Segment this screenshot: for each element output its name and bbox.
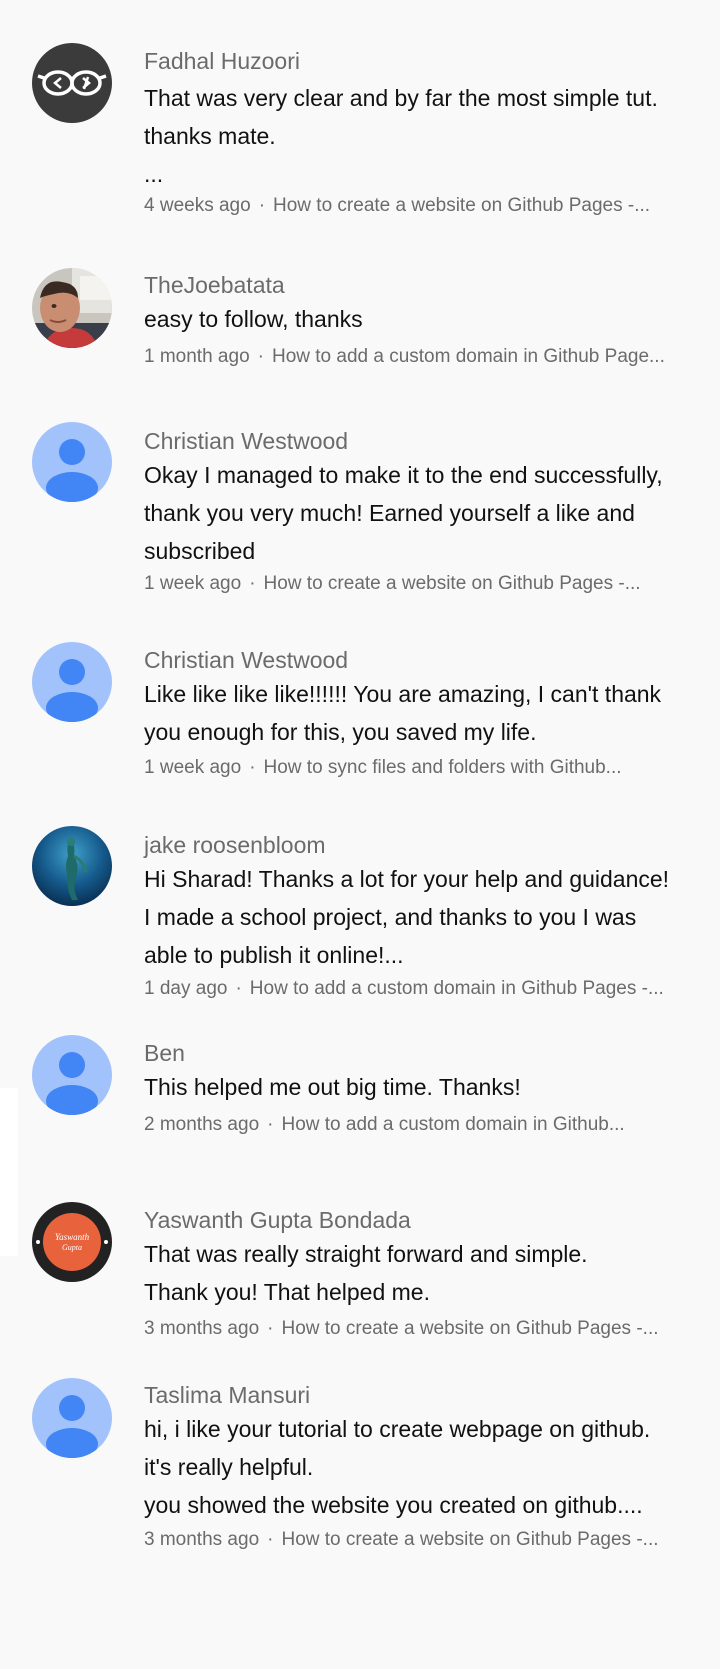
comment-text-line: thank you very much! Earned yourself a l… [144,500,635,526]
comment-text-line: thanks mate. [144,123,276,149]
comment-meta: 3 months ago · How to create a website on … [144,1319,704,1338]
comment-time: 1 week ago [144,758,242,777]
default-user-icon [32,642,112,722]
comment-text-line: you enough for this, you saved my life. [144,719,537,745]
separator-dot: · [267,1319,274,1338]
comment-text-line: subscribed [144,538,256,564]
comment-time: 3 months ago [144,1530,260,1549]
comment-meta: 4 weeks ago · How to create a website on G… [144,196,704,215]
video-link[interactable]: How to add a custom domain in Github... [281,1115,624,1134]
comment-time: 3 months ago [144,1319,260,1338]
comment-author[interactable]: Taslima Mansuri [144,1384,310,1407]
comment-text-line: Like like like like!!!!!! You are amazin… [144,681,662,707]
avatar[interactable] [32,268,112,348]
comment-text-line: This helped me out big time. Thanks! [144,1074,521,1100]
comment-author[interactable]: TheJoebatata [144,274,285,297]
comment-text-line: That was really straight forward and sim… [144,1241,588,1267]
video-link[interactable]: How to create a website on Github Pages … [281,1530,658,1549]
comment-time: 4 weeks ago [144,196,251,215]
default-user-icon [32,422,112,502]
comment-text-line: ... [144,161,164,187]
comment-text: easy to follow, thanks [144,300,704,338]
separator-dot: · [257,347,264,366]
comment-meta: 3 months ago · How to create a website on … [144,1530,704,1549]
comment-text: Hi Sharad! Thanks a lot for your help an… [144,860,704,974]
comment-text-line: it's really helpful. [144,1454,314,1480]
avatar[interactable] [32,1378,112,1458]
default-user-icon [32,1378,112,1458]
comment-meta: 1 month ago · How to add a custom domain i… [144,347,704,366]
comment-text-line: easy to follow, thanks [144,306,363,332]
separator-dot: · [249,574,256,593]
avatar[interactable] [32,43,112,123]
comment-text-line: hi, i like your tutorial to create webpa… [144,1416,651,1442]
avatar[interactable]: Yaswanth Gupta [32,1202,112,1282]
video-link[interactable]: How to add a custom domain in Github Pag… [272,347,665,366]
video-link[interactable]: How to create a website on Github Pages … [281,1319,658,1338]
avatar[interactable] [32,826,112,906]
comment-text: This helped me out big time. Thanks! [144,1068,704,1106]
comment-author[interactable]: Yaswanth Gupta Bondada [144,1209,411,1232]
comment-text-line: I made a school project, and thanks to y… [144,904,637,930]
separator-dot: · [267,1115,274,1134]
video-link[interactable]: How to sync files and folders with Githu… [264,758,622,777]
separator-dot: · [249,758,256,777]
avatar[interactable] [32,1035,112,1115]
comment-text-line: Okay I managed to make it to the end suc… [144,462,663,488]
comment-author[interactable]: Christian Westwood [144,649,348,672]
comment-meta: 1 week ago · How to create a website on Gi… [144,574,704,593]
comment-meta: 2 months ago · How to add a custom domain … [144,1115,704,1134]
underwater-photo-icon [32,826,112,906]
edge-strip [0,1088,18,1256]
separator-dot: · [267,1530,274,1549]
logo-text: Yaswanth [55,1232,90,1242]
comment-text: hi, i like your tutorial to create webpa… [144,1410,704,1524]
comment-text: Like like like like!!!!!! You are amazin… [144,675,704,751]
comment-time: 1 day ago [144,979,228,998]
avatar[interactable] [32,422,112,502]
glasses-avatar-icon [32,43,112,123]
separator-dot: · [235,979,242,998]
comment-meta: 1 day ago · How to add a custom domain in … [144,979,704,998]
comment-author[interactable]: Fadhal Huzoori [144,50,300,73]
comment-meta: 1 week ago · How to sync files and folders… [144,758,704,777]
comment-text-line: Hi Sharad! Thanks a lot for your help an… [144,866,670,892]
comment-text-line: able to publish it online!... [144,942,404,968]
user-photo-icon [32,268,112,348]
comment-text: That was really straight forward and sim… [144,1235,704,1311]
comment-text: That was very clear and by far the most … [144,79,704,193]
comment-time: 1 month ago [144,347,250,366]
comment-time: 1 week ago [144,574,242,593]
avatar[interactable] [32,642,112,722]
separator-dot: · [258,196,266,215]
video-link[interactable]: How to create a website on Github Pages … [264,574,641,593]
comment-text-line: Thank you! That helped me. [144,1279,430,1305]
comment-text: Okay I managed to make it to the end suc… [144,456,704,570]
comment-author[interactable]: Ben [144,1042,185,1065]
video-link[interactable]: How to create a website on Github Pages … [273,196,650,215]
comment-text-line: That was very clear and by far the most … [144,85,658,111]
comment-author[interactable]: jake roosenbloom [144,834,326,857]
comment-author[interactable]: Christian Westwood [144,430,348,453]
default-user-icon [32,1035,112,1115]
comment-text-line: you showed the website you created on gi… [144,1492,643,1518]
video-link[interactable]: How to add a custom domain in Github Pag… [250,979,664,998]
logo-avatar-icon: Yaswanth Gupta [32,1202,112,1282]
logo-text: Gupta [62,1243,82,1252]
comment-time: 2 months ago [144,1115,260,1134]
